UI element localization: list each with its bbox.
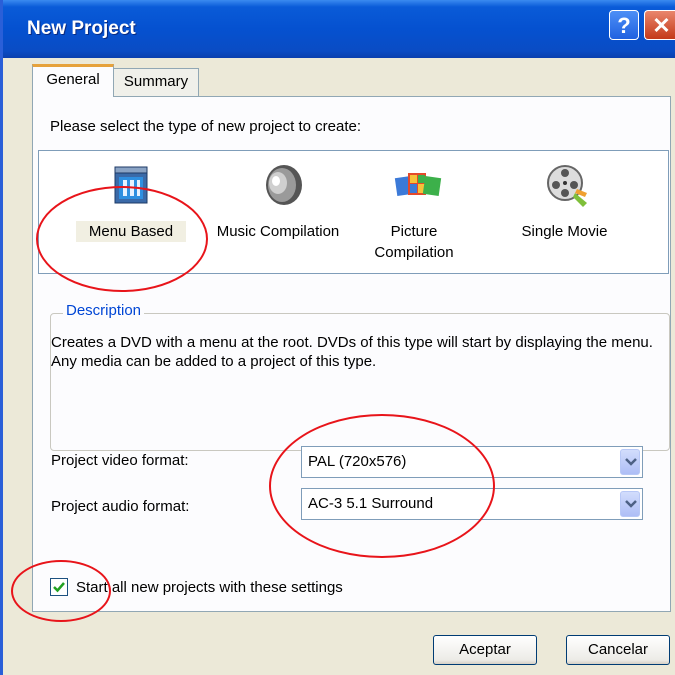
pictures-icon: [394, 163, 442, 207]
question-icon: ?: [617, 13, 631, 38]
film-reel-icon: [545, 163, 587, 207]
chevron-down-icon: [625, 500, 637, 508]
label-line-2: Compilation: [374, 244, 454, 261]
audio-format-label: Project audio format:: [51, 498, 190, 515]
title-bar[interactable]: New Project ? ✕: [3, 0, 675, 58]
cancel-button[interactable]: Cancelar: [566, 635, 670, 665]
close-icon: ✕: [652, 13, 671, 38]
close-button[interactable]: ✕: [644, 10, 675, 40]
tab-summary[interactable]: Summary: [113, 68, 199, 96]
label-line-1: Picture: [390, 223, 438, 240]
project-type-label: Picture Compilation: [364, 221, 464, 263]
window-title: New Project: [27, 18, 136, 39]
project-type-picture-compilation[interactable]: Picture Compilation: [364, 163, 464, 263]
help-button[interactable]: ?: [609, 10, 639, 40]
annotation-circle: [36, 186, 208, 292]
project-type-prompt: Please select the type of new project to…: [50, 118, 362, 135]
project-type-music-compilation[interactable]: Music Compilation: [203, 163, 353, 242]
chevron-down-icon: [625, 458, 637, 466]
project-type-single-movie[interactable]: Single Movie: [502, 163, 627, 242]
audio-format-dropdown-button[interactable]: [620, 491, 640, 517]
annotation-circle: [11, 560, 111, 622]
start-settings-label: Start all new projects with these settin…: [76, 579, 343, 596]
annotation-circle: [269, 414, 495, 558]
description-text: Creates a DVD with a menu at the root. D…: [51, 334, 653, 370]
project-type-label: Single Movie: [521, 223, 608, 240]
new-project-dialog: New Project ? ✕ General Summary Please s…: [0, 0, 675, 675]
tab-general[interactable]: General: [32, 64, 114, 97]
speaker-icon: [258, 163, 302, 207]
accept-button[interactable]: Aceptar: [433, 635, 537, 665]
video-format-dropdown-button[interactable]: [620, 449, 640, 475]
description-legend: Description: [63, 302, 145, 319]
video-format-label: Project video format:: [51, 452, 189, 469]
project-type-label: Music Compilation: [216, 223, 340, 240]
